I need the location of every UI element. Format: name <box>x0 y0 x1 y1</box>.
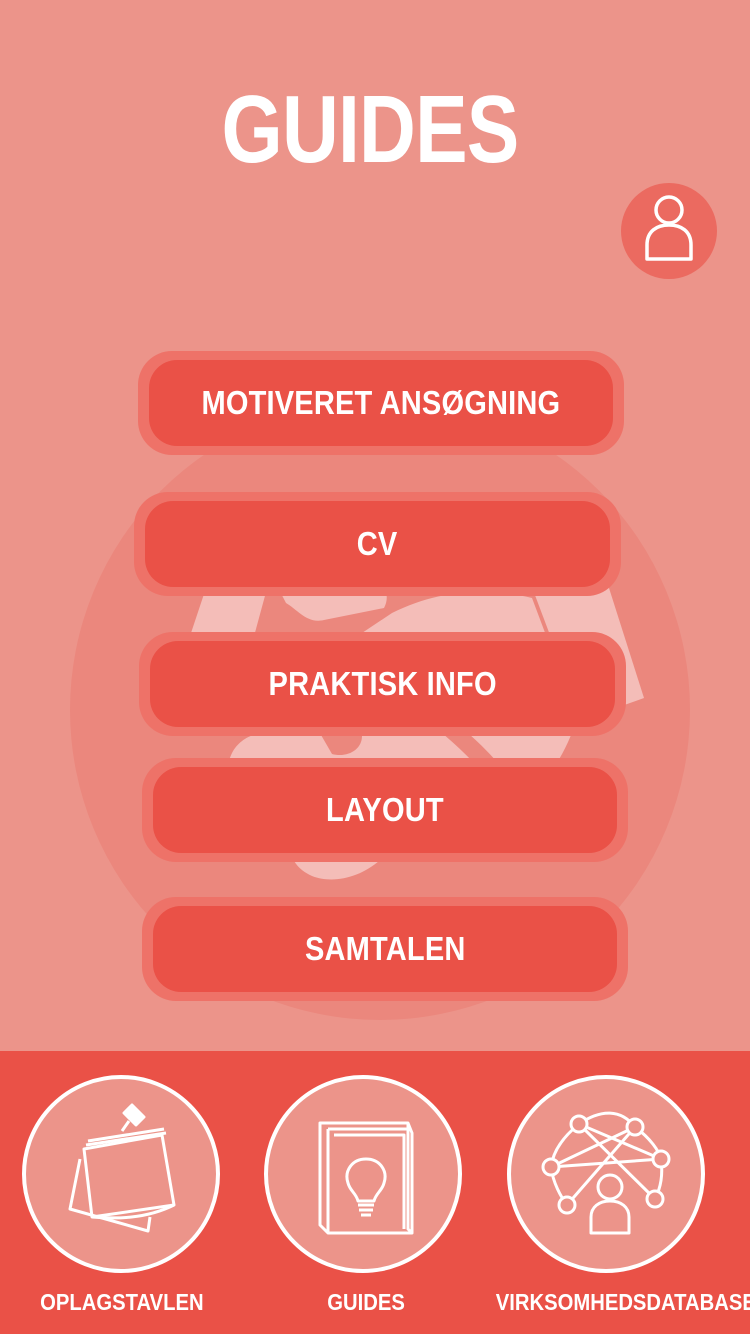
nav-label-opslagstavlen: OPLAGSTAVLEN <box>40 1289 204 1315</box>
network-icon <box>541 1111 671 1235</box>
book-lightbulb-icon <box>318 1121 414 1235</box>
guide-button-cv[interactable]: CV <box>134 492 621 596</box>
nav-button-opslagstavlen[interactable] <box>22 1075 220 1273</box>
sticky-notes-icon <box>68 1103 176 1233</box>
bottom-navigation: OPLAGSTAVLEN GUIDES VIRKSOMHEDSDATABASE <box>0 1051 750 1334</box>
guide-button-label: CV <box>357 525 398 562</box>
nav-item-guides[interactable]: GUIDES <box>250 1051 500 1334</box>
nav-item-virksomhedsdatabase[interactable]: VIRKSOMHEDSDATABASE <box>496 1051 750 1334</box>
nav-label-guides: GUIDES <box>327 1289 405 1315</box>
guide-button-label: PRAKTISK INFO <box>268 665 497 702</box>
guide-button-label: LAYOUT <box>326 791 444 828</box>
guide-button-label: MOTIVERET ANSØGNING <box>201 384 561 421</box>
guide-button-praktisk-info[interactable]: PRAKTISK INFO <box>139 632 626 736</box>
guide-button-layout[interactable]: LAYOUT <box>142 758 628 862</box>
guide-button-motiveret-ansoegning[interactable]: MOTIVERET ANSØGNING <box>138 351 624 455</box>
profile-button[interactable] <box>621 183 717 279</box>
user-icon <box>645 195 693 261</box>
nav-item-opslagstavlen[interactable]: OPLAGSTAVLEN <box>0 1051 250 1334</box>
nav-button-guides[interactable] <box>264 1075 462 1273</box>
guides-screen: GUIDES MOTIVERET ANSØGNING CV PRAKTISK I… <box>0 0 750 1334</box>
guide-button-label: SAMTALEN <box>304 930 466 967</box>
guide-button-samtalen[interactable]: SAMTALEN <box>142 897 628 1001</box>
nav-button-virksomhedsdatabase[interactable] <box>507 1075 705 1273</box>
page-title: GUIDES <box>221 76 520 183</box>
nav-label-virksomhedsdatabase: VIRKSOMHEDSDATABASE <box>495 1289 750 1315</box>
